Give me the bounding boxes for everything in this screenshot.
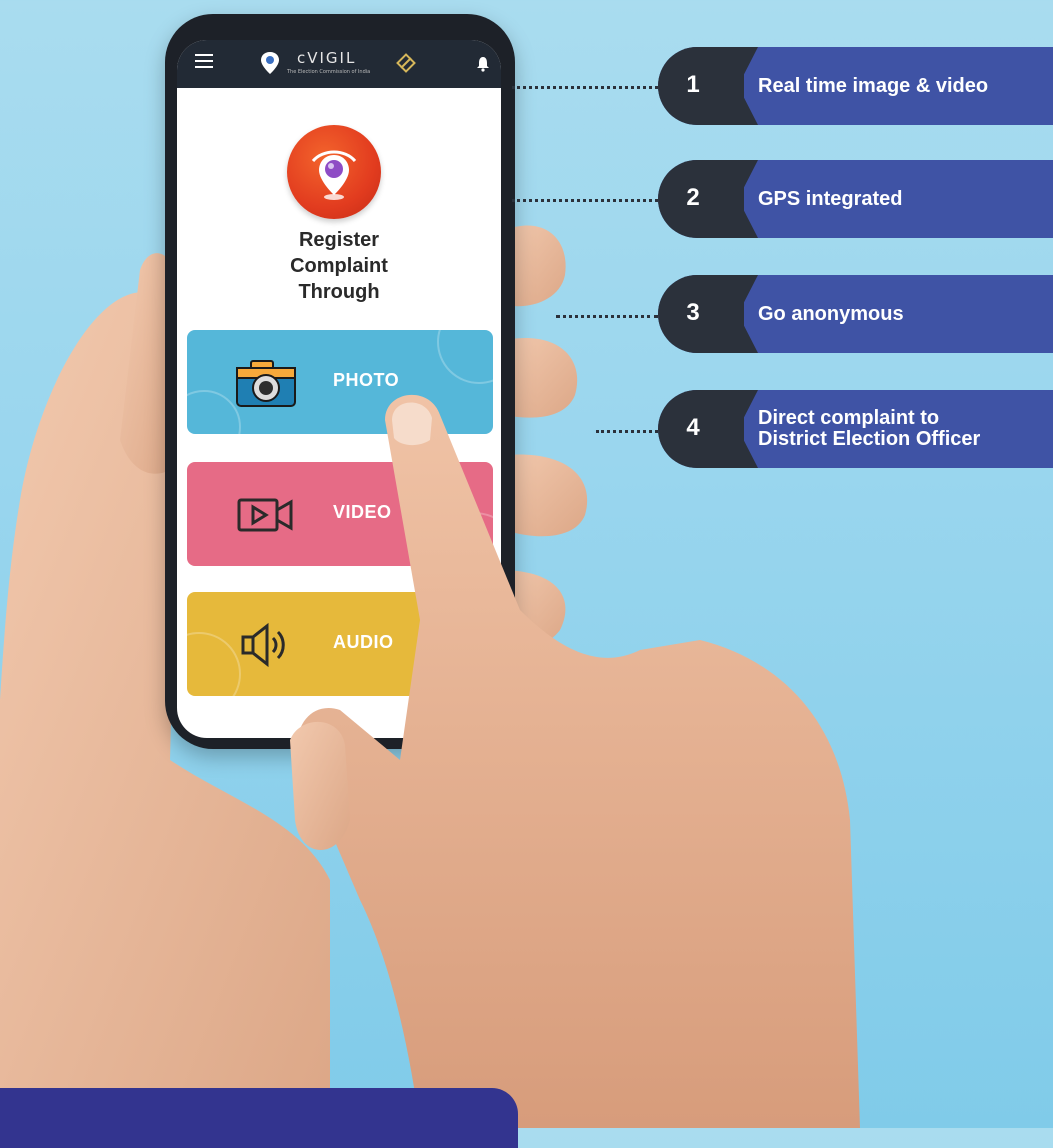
feature-text: GPS integrated xyxy=(758,187,903,210)
feature-text: Direct complaint to District Election Of… xyxy=(758,407,981,450)
feature-number: 2 xyxy=(686,184,700,211)
feature-callout-1: 1 Real time image & video xyxy=(658,47,1053,125)
feature-number: 4 xyxy=(686,414,700,441)
feature-text: Real time image & video xyxy=(758,74,989,97)
scene: cVIGIL The Election Commission of India … xyxy=(0,0,1053,1148)
bottom-banner xyxy=(0,1088,518,1148)
feature-number: 1 xyxy=(686,71,700,98)
feature-callout-2: 2 GPS integrated xyxy=(658,160,1053,238)
leader-line-4 xyxy=(596,430,658,433)
feature-callout-3: 3 Go anonymous xyxy=(658,275,1053,353)
leader-line-1 xyxy=(512,86,658,89)
leader-line-3 xyxy=(556,315,658,318)
feature-callout-4: 4 Direct complaint to District Election … xyxy=(658,390,1053,468)
feature-text: Go anonymous xyxy=(758,302,904,325)
feature-number: 3 xyxy=(686,299,700,326)
leader-line-2 xyxy=(512,199,658,202)
